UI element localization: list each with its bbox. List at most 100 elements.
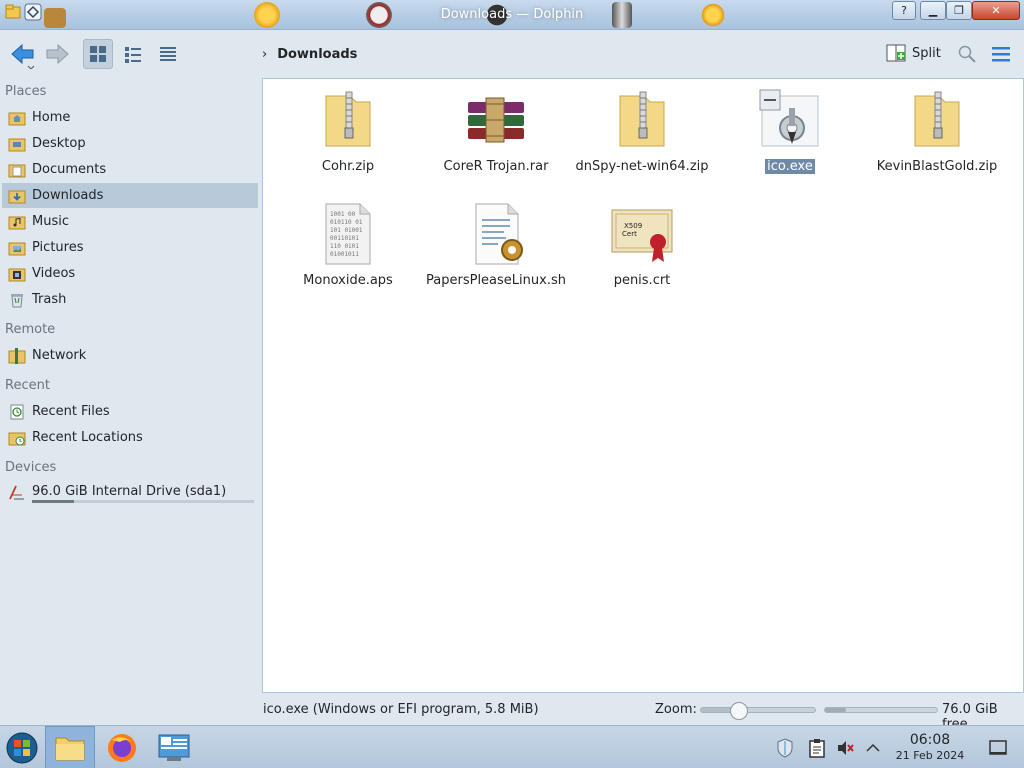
selection-info: ico.exe (Windows or EFI program, 5.8 MiB…	[263, 702, 539, 717]
file-item[interactable]: PapersPleaseLinux.sh	[422, 202, 570, 290]
svg-text:X509: X509	[624, 222, 642, 230]
file-name: Cohr.zip	[321, 159, 375, 174]
sidebar-item-label: Recent Locations	[32, 430, 143, 445]
drive-usage-fill	[32, 500, 75, 503]
music-folder-icon	[8, 216, 26, 229]
file-item[interactable]: ico.exe	[716, 88, 864, 176]
back-button[interactable]	[8, 39, 38, 69]
details-view-button[interactable]	[153, 39, 183, 69]
security-shield-icon	[777, 737, 793, 758]
folder-icon	[55, 737, 85, 760]
free-space-fill	[825, 708, 847, 712]
sidebar-item-videos[interactable]: Videos	[2, 261, 258, 286]
forward-arrow-icon	[46, 43, 69, 65]
remote-section-title: Remote	[5, 322, 56, 337]
help-icon: ?	[901, 4, 907, 17]
rar-archive-icon	[464, 88, 528, 152]
taskbar-dolphin[interactable]	[45, 726, 95, 768]
split-view-icon	[886, 44, 906, 62]
chevron-right-icon: ›	[262, 47, 268, 62]
sidebar-item-label: Desktop	[32, 136, 86, 151]
close-icon: ✕	[991, 4, 1001, 17]
file-name: PapersPleaseLinux.sh	[426, 273, 566, 288]
recent-locations-icon	[8, 432, 26, 445]
sidebar-item-label: Home	[32, 110, 71, 125]
sidebar-item-music[interactable]: Music	[2, 209, 258, 234]
sidebar-item-network[interactable]: Network	[2, 343, 258, 368]
sidebar-item-downloads[interactable]: Downloads	[2, 183, 258, 208]
sidebar-item-trash[interactable]: Trash	[2, 287, 258, 312]
pictures-folder-icon	[8, 242, 26, 255]
desktop-folder-icon	[8, 138, 26, 151]
breadcrumb-downloads[interactable]: Downloads	[277, 47, 357, 62]
sidebar-item-desktop[interactable]: Desktop	[2, 131, 258, 156]
svg-text:01001011: 01001011	[330, 251, 359, 258]
zip-archive-icon	[905, 88, 969, 152]
sidebar-item-documents[interactable]: Documents	[2, 157, 258, 182]
zoom-label: Zoom:	[655, 702, 697, 717]
zoom-slider-handle[interactable]	[730, 702, 749, 720]
volume-muted-icon	[838, 740, 854, 755]
sidebar-item-home[interactable]: Home	[2, 105, 258, 130]
svg-text:010110 01: 010110 01	[330, 219, 363, 226]
split-button[interactable]: Split	[886, 43, 941, 63]
show-desktop-icon	[989, 739, 1007, 755]
start-orb-icon	[6, 732, 38, 763]
videos-folder-icon	[8, 268, 26, 281]
maximize-icon: ❐	[954, 4, 964, 17]
documents-folder-icon	[8, 164, 26, 177]
free-space-bar	[824, 707, 938, 713]
toolbar: › Downloads Split	[0, 30, 1024, 78]
file-item[interactable]: KevinBlastGold.zip	[863, 88, 1011, 176]
status-bar: ico.exe (Windows or EFI program, 5.8 MiB…	[0, 693, 1024, 732]
tray-expand-button[interactable]	[862, 726, 884, 768]
details-view-icon	[160, 47, 176, 61]
zip-archive-icon	[316, 88, 380, 152]
start-menu-button[interactable]	[2, 726, 42, 768]
hamburger-menu-button[interactable]	[989, 39, 1013, 69]
taskbar-system-settings[interactable]	[150, 726, 198, 768]
clipboard-icon	[809, 738, 825, 758]
icons-view-icon	[90, 46, 106, 62]
file-item[interactable]: Cohr.zip	[274, 88, 422, 176]
file-view[interactable]: Cohr.zip CoreR Trojan.rar dnSpy-net-win6…	[262, 78, 1024, 693]
network-folder-icon	[8, 347, 26, 364]
firefox-icon	[108, 733, 136, 762]
file-name: CoreR Trojan.rar	[443, 159, 549, 174]
close-button[interactable]: ✕	[972, 1, 1020, 20]
breadcrumb[interactable]: › Downloads	[262, 47, 357, 62]
clock-time[interactable]: 06:08	[895, 732, 965, 748]
chevron-up-icon	[866, 743, 880, 752]
sidebar-item-recent-files[interactable]: Recent Files	[2, 399, 258, 424]
search-button[interactable]	[955, 39, 979, 69]
file-item[interactable]: CoreR Trojan.rar	[422, 88, 570, 176]
clock-date[interactable]: 21 Feb 2024	[893, 749, 967, 762]
file-item[interactable]: dnSpy-net-win64.zip	[568, 88, 716, 176]
icons-view-button[interactable]	[83, 39, 113, 69]
taskbar-firefox[interactable]	[100, 726, 144, 768]
file-name: ico.exe	[765, 159, 815, 174]
zoom-slider[interactable]	[700, 702, 816, 720]
tray-clipboard-security[interactable]	[774, 726, 796, 768]
file-item[interactable]: 1001 00 010110 01 101 01001 00110101 110 010…	[274, 202, 422, 290]
title-bar: Downloads — Dolphin ? ▁ ❐ ✕	[0, 0, 1024, 30]
places-section-title: Places	[5, 84, 47, 99]
search-icon	[958, 45, 976, 63]
help-button[interactable]: ?	[892, 1, 916, 20]
file-name: KevinBlastGold.zip	[876, 159, 998, 174]
compact-view-button[interactable]	[118, 39, 148, 69]
back-arrow-icon	[11, 43, 35, 69]
file-item[interactable]: X509 Cert penis.crt	[568, 202, 716, 290]
home-folder-icon	[8, 112, 26, 125]
forward-button[interactable]	[42, 39, 72, 69]
tray-volume[interactable]	[834, 726, 856, 768]
script-file-icon	[464, 202, 528, 266]
minimize-button[interactable]: ▁	[920, 1, 946, 20]
sidebar-item-recent-locations[interactable]: Recent Locations	[2, 425, 258, 450]
maximize-button[interactable]: ❐	[946, 1, 972, 20]
sidebar-item-pictures[interactable]: Pictures	[2, 235, 258, 260]
svg-text:1001 00: 1001 00	[330, 211, 356, 218]
tray-clipboard[interactable]	[806, 726, 828, 768]
minimize-icon: ▁	[928, 4, 938, 17]
show-desktop-button[interactable]	[986, 726, 1010, 768]
